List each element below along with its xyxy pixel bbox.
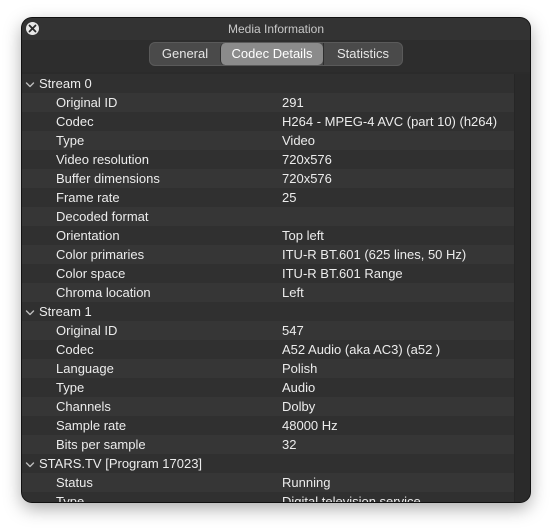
group-row[interactable]: Stream 0	[22, 74, 530, 93]
property-label: Channels	[56, 399, 111, 414]
property-row[interactable]: Type Audio	[22, 378, 530, 397]
property-row[interactable]: Color primaries ITU-R BT.601 (625 lines, …	[22, 245, 530, 264]
property-value: 25	[282, 190, 297, 205]
property-value: ITU-R BT.601 Range	[282, 266, 403, 281]
property-label: Codec	[56, 114, 94, 129]
group-label: Stream 1	[39, 304, 92, 319]
property-value: Running	[282, 475, 331, 490]
tab-general[interactable]: General	[150, 43, 220, 65]
media-information-window: Media Information General Codec Details …	[22, 18, 530, 502]
property-row[interactable]: Type Digital television service	[22, 492, 530, 502]
property-row[interactable]: Frame rate 25	[22, 188, 530, 207]
tab-codec-details[interactable]: Codec Details	[220, 43, 323, 65]
property-label: Chroma location	[56, 285, 151, 300]
property-value: 720x576	[282, 171, 332, 186]
property-row[interactable]: Decoded format	[22, 207, 530, 226]
property-label: Language	[56, 361, 114, 376]
chevron-down-icon[interactable]	[25, 306, 35, 316]
property-value: A52 Audio (aka AC3) (a52 )	[282, 342, 441, 357]
property-label: Orientation	[56, 228, 120, 243]
tab-statistics[interactable]: Statistics	[323, 43, 402, 65]
property-value: 291	[282, 95, 304, 110]
property-row[interactable]: Codec H264 - MPEG-4 AVC (part 10) (h264)	[22, 112, 530, 131]
property-label: Codec	[56, 342, 94, 357]
tab-bar: General Codec Details Statistics	[22, 40, 530, 72]
window-title: Media Information	[227, 22, 325, 36]
property-value: 48000 Hz	[282, 418, 338, 433]
property-label: Decoded format	[56, 209, 149, 224]
property-value: Digital television service	[282, 494, 421, 502]
property-value: 32	[282, 437, 297, 452]
property-value: H264 - MPEG-4 AVC (part 10) (h264)	[282, 114, 498, 129]
property-row[interactable]: Channels Dolby	[22, 397, 530, 416]
group-row[interactable]: STARS.TV [Program 17023]	[22, 454, 530, 473]
property-label: Original ID	[56, 95, 118, 110]
property-value: Video	[282, 133, 316, 148]
property-label: Status	[56, 475, 93, 490]
property-label: Type	[56, 494, 85, 502]
chevron-down-icon[interactable]	[25, 78, 35, 88]
property-row[interactable]: Sample rate 48000 Hz	[22, 416, 530, 435]
property-row[interactable]: Orientation Top left	[22, 226, 530, 245]
property-label: Bits per sample	[56, 437, 146, 452]
property-row[interactable]: Original ID 547	[22, 321, 530, 340]
codec-details-outline[interactable]: Stream 0 Original ID 291 Codec H264 - MPEG-4…	[22, 74, 530, 502]
property-value: Top left	[282, 228, 324, 243]
property-value: 720x576	[282, 152, 332, 167]
title-bar: Media Information	[22, 18, 530, 41]
property-label: Buffer dimensions	[56, 171, 160, 186]
group-label: STARS.TV [Program 17023]	[39, 456, 203, 471]
property-row[interactable]: Status Running	[22, 473, 530, 492]
property-label: Color primaries	[56, 247, 145, 262]
property-label: Type	[56, 380, 85, 395]
property-row[interactable]: Color space ITU-R BT.601 Range	[22, 264, 530, 283]
property-value: Dolby	[282, 399, 316, 414]
property-value: Polish	[282, 361, 318, 376]
property-row[interactable]: Language Polish	[22, 359, 530, 378]
vertical-scrollbar[interactable]	[514, 74, 530, 502]
chevron-down-icon[interactable]	[25, 458, 35, 468]
property-row[interactable]: Codec A52 Audio (aka AC3) (a52 )	[22, 340, 530, 359]
property-label: Type	[56, 133, 85, 148]
group-row[interactable]: Stream 1	[22, 302, 530, 321]
group-label: Stream 0	[39, 76, 92, 91]
property-row[interactable]: Buffer dimensions 720x576	[22, 169, 530, 188]
property-value: ITU-R BT.601 (625 lines, 50 Hz)	[282, 247, 467, 262]
property-row[interactable]: Video resolution 720x576	[22, 150, 530, 169]
tab-segmented-control: General Codec Details Statistics	[149, 42, 403, 66]
property-row[interactable]: Bits per sample 32	[22, 435, 530, 454]
property-row[interactable]: Original ID 291	[22, 93, 530, 112]
property-label: Color space	[56, 266, 126, 281]
property-label: Original ID	[56, 323, 118, 338]
property-label: Frame rate	[56, 190, 120, 205]
property-label: Video resolution	[56, 152, 149, 167]
property-label: Sample rate	[56, 418, 127, 433]
property-row[interactable]: Chroma location Left	[22, 283, 530, 302]
outline-rows: Stream 0 Original ID 291 Codec H264 - MPEG-4…	[22, 74, 530, 502]
property-value: Audio	[282, 380, 316, 395]
property-value: Left	[282, 285, 304, 300]
property-row[interactable]: Type Video	[22, 131, 530, 150]
property-value: 547	[282, 323, 304, 338]
